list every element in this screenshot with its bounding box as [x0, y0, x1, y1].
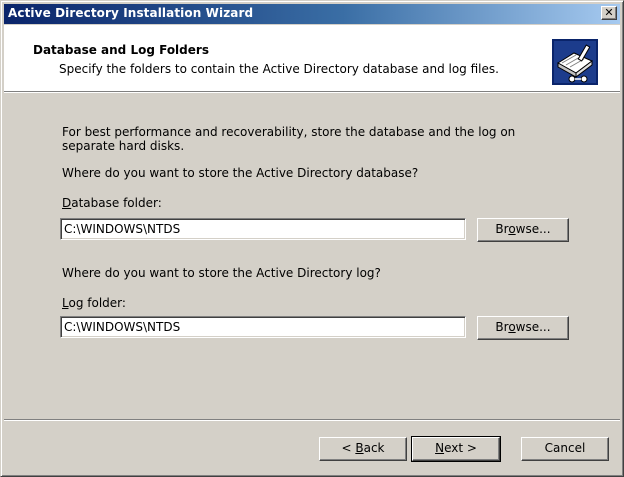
- log-label-rest: og folder:: [68, 296, 126, 310]
- log-question: Where do you want to store the Active Di…: [62, 266, 381, 280]
- window-title: Active Directory Installation Wizard: [8, 6, 254, 20]
- database-label-hotkey: D: [62, 196, 72, 210]
- intro-text: For best performance and recoverability,…: [62, 125, 516, 153]
- page-title: Database and Log Folders: [33, 43, 209, 57]
- next-label-post: ext >: [444, 441, 477, 455]
- database-question: Where do you want to store the Active Di…: [62, 166, 419, 180]
- back-label-post: ack: [363, 441, 385, 455]
- database-folder-input[interactable]: C:\WINDOWS\NTDS: [60, 218, 466, 240]
- browse-label-pre: Br: [495, 320, 509, 334]
- browse-label-hotkey: o: [508, 222, 516, 236]
- back-button[interactable]: < Back: [319, 437, 407, 461]
- title-bar[interactable]: Active Directory Installation Wizard ✕: [4, 4, 620, 24]
- footer-divider-highlight: [4, 420, 620, 421]
- back-label-pre: <: [341, 441, 356, 455]
- page-subtitle: Specify the folders to contain the Activ…: [59, 62, 499, 76]
- next-label-hotkey: N: [435, 441, 445, 455]
- directory-book-icon: [552, 39, 598, 85]
- browse-label-pre: Br: [495, 222, 509, 236]
- log-folder-input[interactable]: C:\WINDOWS\NTDS: [60, 316, 466, 338]
- database-folder-label: Database folder:: [62, 196, 162, 210]
- wizard-window: Active Directory Installation Wizard ✕ D…: [0, 0, 624, 477]
- browse-label-post: wse...: [515, 222, 551, 236]
- close-icon: ✕: [604, 6, 614, 19]
- next-button[interactable]: Next >: [411, 436, 501, 462]
- log-browse-button[interactable]: Browse...: [477, 316, 569, 340]
- browse-label-hotkey: o: [508, 320, 516, 334]
- header-divider-highlight: [4, 92, 620, 93]
- wizard-header: Database and Log Folders Specify the fol…: [4, 25, 620, 91]
- log-folder-label: Log folder:: [62, 296, 126, 310]
- database-browse-button[interactable]: Browse...: [477, 218, 569, 242]
- cancel-button[interactable]: Cancel: [521, 437, 609, 461]
- browse-label-post: wse...: [515, 320, 551, 334]
- back-label-hotkey: B: [355, 441, 364, 455]
- close-button[interactable]: ✕: [601, 6, 617, 20]
- database-label-rest: atabase folder:: [71, 196, 162, 210]
